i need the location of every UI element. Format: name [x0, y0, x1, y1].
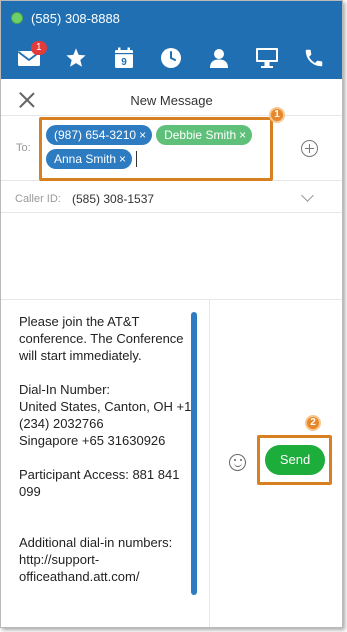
recipient-chip[interactable]: Debbie Smith × [156, 125, 253, 145]
remove-recipient-icon[interactable]: × [119, 149, 126, 169]
recipient-chip[interactable]: Anna Smith × [46, 149, 133, 169]
annotation-marker-2: 2 [305, 415, 321, 431]
top-bar: (585) 308-8888 1 9 [1, 1, 342, 79]
send-button[interactable]: Send [265, 445, 325, 475]
annotation-marker-1: 1 [269, 107, 285, 123]
text-caret [136, 151, 138, 167]
presence-status-icon[interactable] [11, 12, 23, 24]
calendar-icon: 9 [114, 47, 133, 68]
caller-id-row[interactable]: Caller ID: (585) 308-1537 [1, 183, 342, 213]
recipient-chip-label: (987) 654-3210 [54, 128, 137, 142]
compose-header: New Message [1, 85, 342, 115]
message-input[interactable]: Please join the AT&T conference. The Con… [19, 313, 194, 585]
to-label: To: [16, 142, 31, 154]
recipients-input[interactable]: (987) 654-3210 × Debbie Smith × Anna Smith… [39, 117, 273, 181]
remove-recipient-icon[interactable]: × [139, 125, 146, 145]
monitor-icon [255, 48, 278, 68]
contacts-icon [210, 49, 229, 68]
own-phone-number: (585) 308-8888 [31, 10, 120, 26]
divider [209, 300, 210, 627]
clock-icon [161, 48, 182, 68]
recipient-chip[interactable]: (987) 654-3210 × [46, 125, 153, 145]
calendar-day: 9 [121, 57, 127, 68]
nav-favorites[interactable] [60, 43, 92, 73]
nav-calls[interactable] [298, 43, 330, 73]
nav-messages[interactable]: 1 [13, 41, 47, 73]
star-icon [66, 48, 86, 67]
add-recipient-icon[interactable] [301, 140, 318, 157]
caller-id-value: (585) 308-1537 [72, 192, 155, 206]
phone-icon [305, 49, 323, 67]
app-window: (585) 308-8888 1 9 New Message To: (987)… [0, 0, 343, 628]
page-title: New Message [130, 93, 213, 108]
recipient-chip-label: Debbie Smith [164, 128, 237, 142]
emoji-icon[interactable] [229, 454, 246, 471]
nav-conference[interactable] [251, 43, 283, 73]
caller-id-label: Caller ID: [15, 193, 61, 205]
remove-recipient-icon[interactable]: × [239, 125, 246, 145]
nav-recents[interactable] [155, 43, 187, 73]
status-row: (585) 308-8888 [11, 9, 120, 27]
nav-contacts[interactable] [203, 43, 235, 73]
chevron-down-icon[interactable] [301, 189, 314, 202]
message-scrollbar[interactable] [191, 312, 197, 595]
nav-bar: 1 9 [1, 41, 342, 75]
nav-calendar[interactable]: 9 [108, 43, 140, 73]
unread-badge: 1 [30, 41, 47, 55]
recipient-chip-label: Anna Smith [54, 152, 117, 166]
